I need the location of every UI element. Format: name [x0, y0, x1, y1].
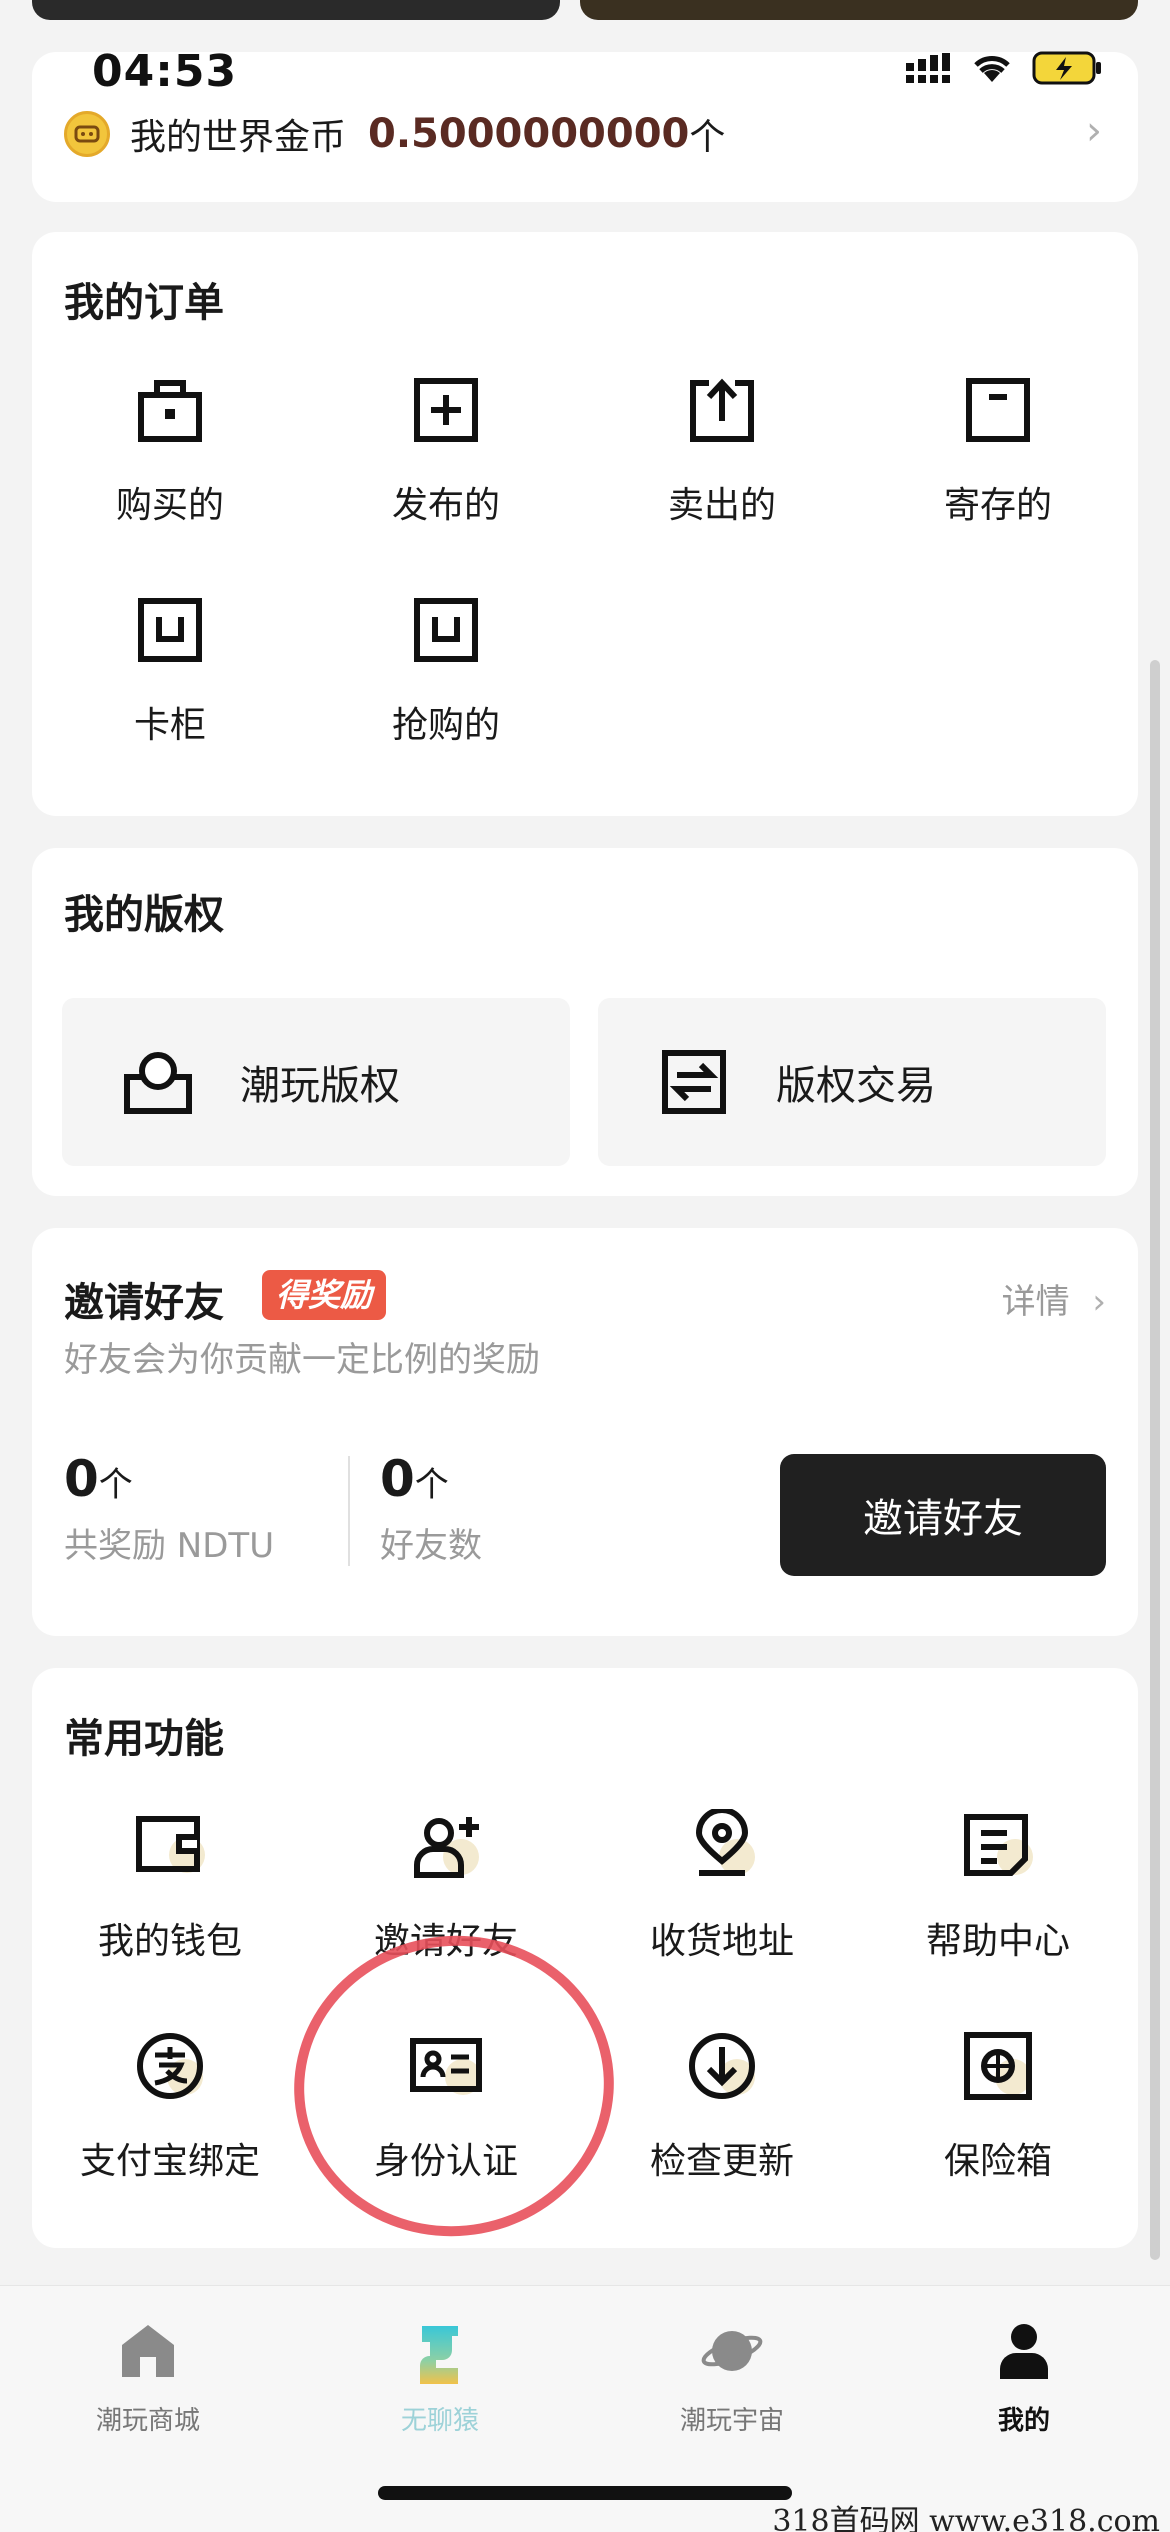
- alipay-icon: [130, 2026, 210, 2106]
- planet-icon: [697, 2316, 767, 2386]
- order-item-purchased[interactable]: 购买的: [32, 370, 308, 528]
- stat-divider: [348, 1456, 350, 1566]
- download-icon: [682, 2026, 762, 2106]
- watermark-text: 318首码网 www.e318.com: [772, 2504, 1160, 2532]
- copyright-card: 我的版权 潮玩版权 版权交易: [32, 848, 1138, 1196]
- safe-icon: [958, 2026, 1038, 2106]
- top-banner-left[interactable]: [32, 0, 560, 20]
- order-item-label: 抢购的: [391, 705, 500, 746]
- function-help-center[interactable]: 帮助中心: [860, 1806, 1136, 1964]
- orders-card: 我的订单 购买的 发布的 卖出的 寄存的 卡柜 抢购的: [32, 232, 1138, 816]
- function-label: 收货地址: [649, 1921, 794, 1962]
- function-wallet[interactable]: 我的钱包: [32, 1806, 308, 1964]
- person-icon: [989, 2316, 1059, 2386]
- home-icon: [113, 2316, 183, 2386]
- stat-value: 0: [380, 1450, 415, 1508]
- copyright-bag-icon: [118, 1042, 198, 1122]
- status-time: 04:53: [92, 46, 238, 97]
- coin-label: 我的世界金币: [130, 117, 347, 158]
- function-address[interactable]: 收货地址: [584, 1806, 860, 1964]
- publish-plus-icon: [406, 370, 486, 450]
- stat-unit: 个: [414, 1465, 449, 1505]
- tab-mine[interactable]: 我的: [904, 2316, 1144, 2437]
- stat-caption: 共奖励 NDTU: [64, 1526, 275, 1566]
- function-label: 支付宝绑定: [79, 2141, 260, 2182]
- coin-icon: [64, 111, 110, 157]
- flash-buy-icon: [406, 590, 486, 670]
- invite-title: 邀请好友: [64, 1280, 224, 1326]
- function-label: 帮助中心: [925, 1921, 1070, 1962]
- stat-rewards: 0个 共奖励 NDTU: [64, 1450, 274, 1567]
- home-indicator: [378, 2486, 792, 2500]
- add-friend-icon: [406, 1806, 486, 1886]
- tile-label: 版权交易: [776, 1063, 936, 1109]
- coin-amount: 0.5000000000: [368, 111, 690, 157]
- copyright-title: 我的版权: [64, 892, 224, 938]
- orders-title: 我的订单: [64, 280, 224, 326]
- function-check-update[interactable]: 检查更新: [584, 2026, 860, 2184]
- invite-card: 邀请好友 得奖励 详情 › 好友会为你贡献一定比例的奖励 0个 共奖励 NDTU…: [32, 1228, 1138, 1636]
- upload-icon: [682, 370, 762, 450]
- tab-label: 我的: [997, 2406, 1050, 2436]
- order-item-locker[interactable]: 卡柜: [32, 590, 308, 748]
- invite-subtitle: 好友会为你贡献一定比例的奖励: [64, 1340, 540, 1380]
- stat-friends: 0个 好友数: [380, 1450, 482, 1567]
- function-label: 保险箱: [943, 2141, 1052, 2182]
- invite-friends-button[interactable]: 邀请好友: [780, 1454, 1106, 1576]
- tab-ape[interactable]: 无聊猿: [320, 2316, 560, 2437]
- signal-icon: [906, 53, 952, 87]
- ape-icon: [405, 2316, 475, 2386]
- reward-badge: 得奖励: [262, 1270, 387, 1320]
- tab-label: 潮玩商城: [95, 2406, 200, 2436]
- tab-universe[interactable]: 潮玩宇宙: [612, 2316, 852, 2437]
- stat-caption: 好友数: [380, 1526, 482, 1566]
- coin-unit: 个: [689, 117, 726, 158]
- function-safe[interactable]: 保险箱: [860, 2026, 1136, 2184]
- order-item-label: 寄存的: [943, 485, 1052, 526]
- scrollbar[interactable]: [1150, 660, 1160, 2260]
- tab-mall[interactable]: 潮玩商城: [28, 2316, 268, 2437]
- help-doc-icon: [958, 1806, 1038, 1886]
- copyright-tile-collectibles[interactable]: 潮玩版权: [62, 998, 570, 1166]
- stat-value: 0: [64, 1450, 99, 1508]
- copyright-tile-trade[interactable]: 版权交易: [598, 998, 1106, 1166]
- location-pin-icon: [682, 1806, 762, 1886]
- tab-label: 潮玩宇宙: [679, 2406, 784, 2436]
- exchange-icon: [654, 1042, 734, 1122]
- tile-label: 潮玩版权: [240, 1063, 400, 1109]
- function-label: 检查更新: [649, 2141, 794, 2182]
- order-item-label: 卖出的: [667, 485, 776, 526]
- wifi-icon: [970, 52, 1014, 88]
- locker-icon: [130, 590, 210, 670]
- storage-box-icon: [958, 370, 1038, 450]
- status-icons: [906, 50, 1104, 90]
- wallet-icon: [130, 1806, 210, 1886]
- order-item-label: 发布的: [391, 485, 500, 526]
- function-alipay-binding[interactable]: 支付宝绑定: [32, 2026, 308, 2184]
- order-item-flash-buy[interactable]: 抢购的: [308, 590, 584, 748]
- stat-unit: 个: [98, 1465, 133, 1505]
- order-item-label: 卡柜: [133, 705, 206, 746]
- chevron-right-icon: ›: [1092, 1282, 1106, 1322]
- top-banner-right[interactable]: [580, 0, 1138, 20]
- order-item-label: 购买的: [115, 485, 224, 526]
- tab-label: 无聊猿: [400, 2406, 479, 2436]
- function-label: 我的钱包: [97, 1921, 242, 1962]
- order-item-stored[interactable]: 寄存的: [860, 370, 1136, 528]
- order-item-published[interactable]: 发布的: [308, 370, 584, 528]
- battery-icon: [1032, 50, 1104, 90]
- chevron-right-icon: ›: [1086, 108, 1102, 154]
- order-item-sold[interactable]: 卖出的: [584, 370, 860, 528]
- details-link[interactable]: 详情 ›: [1002, 1274, 1106, 1323]
- details-label: 详情: [1001, 1282, 1070, 1322]
- common-title: 常用功能: [64, 1716, 224, 1762]
- shopping-bag-icon: [130, 370, 210, 450]
